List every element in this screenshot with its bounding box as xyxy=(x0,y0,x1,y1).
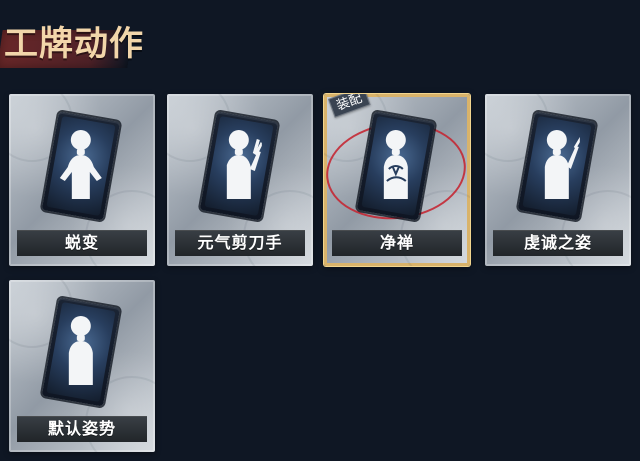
card-title: 净禅 xyxy=(379,234,414,252)
badge-frame xyxy=(199,111,279,221)
page-title: 工牌动作 xyxy=(4,24,144,64)
figure-icon xyxy=(58,125,104,209)
badge-card-5[interactable]: 默认姿势 xyxy=(9,280,155,452)
badge-card-2[interactable]: 元气剪刀手 xyxy=(167,94,313,266)
card-caption: 净禅 xyxy=(332,230,462,256)
equipped-badge: 装配 xyxy=(328,94,371,118)
badge-frame xyxy=(41,297,121,407)
card-title: 蜕变 xyxy=(64,234,99,252)
badge-card-3[interactable]: 装配 净禅 xyxy=(324,94,470,266)
badge-frame xyxy=(356,111,436,221)
card-title: 元气剪刀手 xyxy=(197,234,283,252)
card-caption: 蜕变 xyxy=(17,230,147,256)
figure-icon xyxy=(216,125,262,209)
badge-card-4[interactable]: 虔诚之姿 xyxy=(485,94,631,266)
section-header: 工牌动作 xyxy=(0,12,170,74)
figure-icon xyxy=(534,125,580,209)
card-title: 虔诚之姿 xyxy=(523,234,592,252)
badge-frame xyxy=(517,111,597,221)
figure-icon xyxy=(373,125,419,209)
card-caption: 元气剪刀手 xyxy=(175,230,305,256)
card-caption: 默认姿势 xyxy=(17,416,147,442)
card-caption: 虔诚之姿 xyxy=(493,230,623,256)
card-title: 默认姿势 xyxy=(47,420,116,438)
badge-card-1[interactable]: 蜕变 xyxy=(9,94,155,266)
badge-frame xyxy=(41,111,121,221)
figure-icon xyxy=(58,311,104,395)
